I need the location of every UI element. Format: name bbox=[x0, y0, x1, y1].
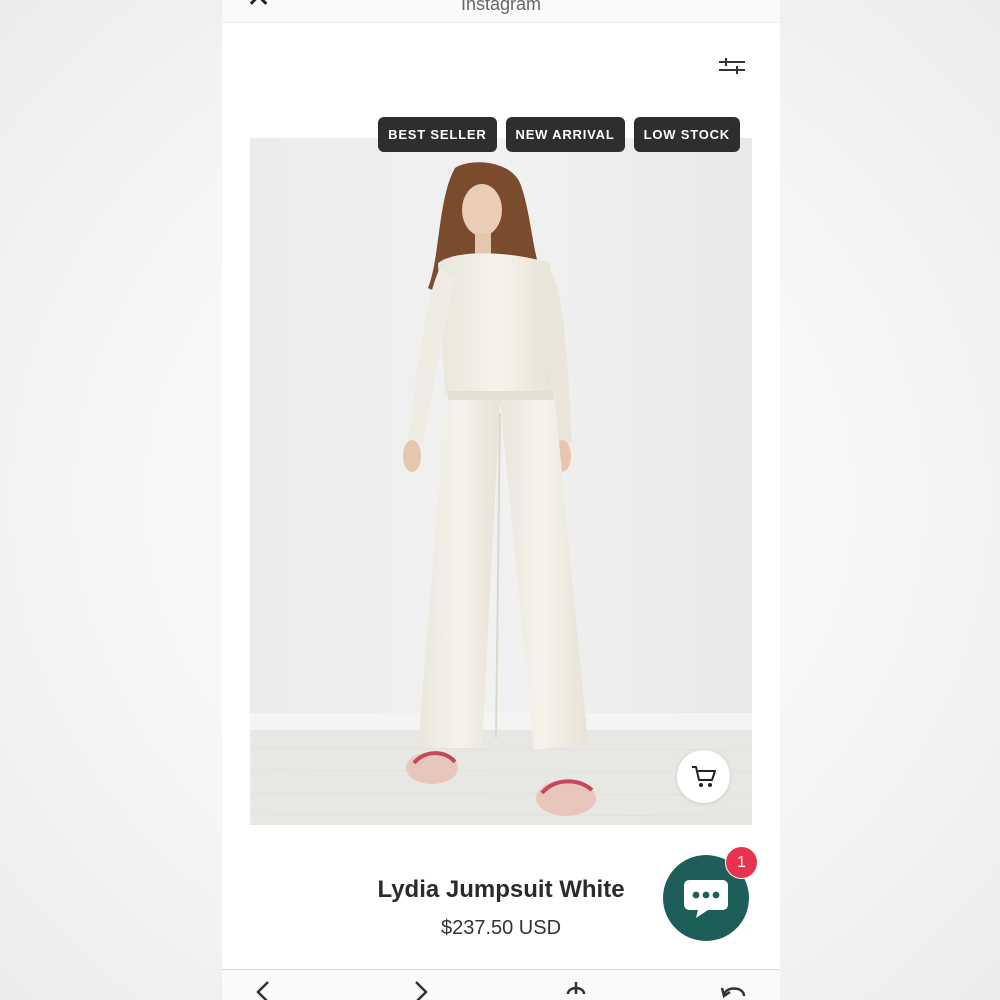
add-to-cart-button[interactable] bbox=[677, 750, 730, 803]
cart-icon bbox=[691, 765, 716, 787]
reload-icon[interactable] bbox=[716, 980, 752, 1000]
sliders-icon[interactable] bbox=[716, 54, 748, 78]
chevron-right-icon[interactable] bbox=[402, 980, 438, 1000]
product-image[interactable] bbox=[250, 138, 752, 825]
badge-best-seller: BEST SELLER bbox=[378, 117, 497, 152]
header-title: Instagram bbox=[460, 0, 542, 14]
badge-low-stock: LOW STOCK bbox=[633, 117, 740, 152]
share-icon[interactable] bbox=[558, 980, 594, 1000]
phone-screen: ✕ Instagram bbox=[222, 0, 780, 1000]
browser-navbar bbox=[222, 969, 780, 1000]
product-badges: BEST SELLER NEW ARRIVAL LOW STOCK bbox=[378, 117, 740, 152]
chat-notification-badge: 1 bbox=[725, 846, 758, 879]
badge-new-arrival: NEW ARRIVAL bbox=[505, 117, 625, 152]
browser-header: ✕ Instagram bbox=[222, 0, 780, 23]
chevron-left-icon[interactable] bbox=[246, 980, 282, 1000]
chat-bubble-icon bbox=[684, 880, 728, 918]
